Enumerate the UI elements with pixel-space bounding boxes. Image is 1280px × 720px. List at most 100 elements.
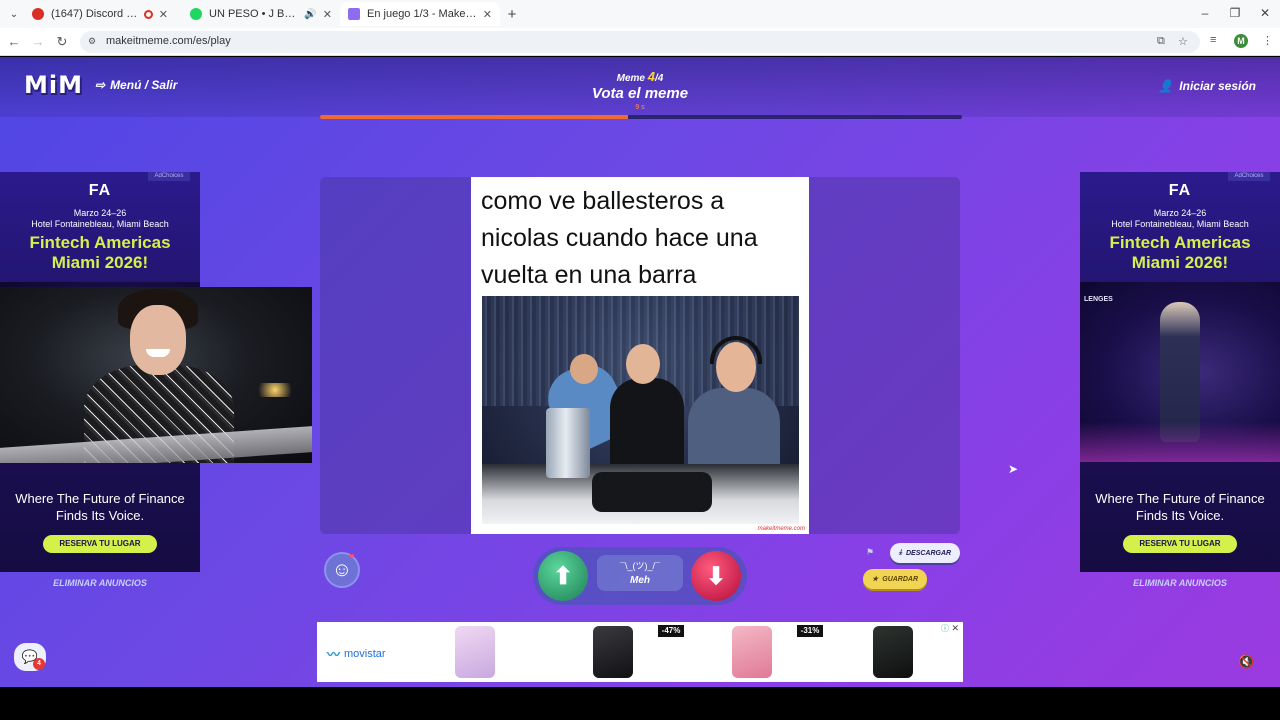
meme-caption: como ve ballesteros a nicolas cuando hac…	[481, 187, 758, 289]
makeitmeme-favicon-icon	[348, 8, 360, 20]
menu-exit-label: Menú / Salir	[110, 78, 178, 92]
ad-info-icon[interactable]: ⓘ	[941, 623, 949, 634]
downvote-button[interactable]: ⬇	[691, 551, 741, 601]
bottom-banner-ad[interactable]: 〰 movistar -47% -31% ⓘ ✕	[317, 622, 963, 682]
timer-progress-bar	[320, 115, 962, 119]
close-window-icon[interactable]: ✕	[1256, 6, 1274, 20]
webcam-background-lights	[252, 383, 298, 397]
phone-image	[873, 626, 913, 678]
heart-icon: ♥	[349, 551, 355, 561]
ad-choices-badge[interactable]: AdChoices	[148, 172, 190, 181]
ad-cta-button[interactable]: RESERVA TU LUGAR	[1123, 535, 1237, 553]
back-icon[interactable]: ←	[6, 34, 22, 50]
reload-icon[interactable]: ↻	[54, 34, 70, 50]
login-link[interactable]: 👤 Iniciar sesión	[1158, 79, 1256, 93]
tab-title: (1647) Discord | Lounge |	[51, 8, 140, 20]
media-controls-icon[interactable]: ≡	[1210, 34, 1216, 46]
remove-ads-link-right[interactable]: ELIMINAR ANUNCIOS	[1080, 578, 1280, 588]
minimize-icon[interactable]: –	[1196, 6, 1214, 20]
ad-photo-text: LENGES	[1084, 296, 1113, 303]
ad-date: Marzo 24–26	[73, 208, 127, 218]
remove-ads-link-left[interactable]: ELIMINAR ANUNCIOS	[0, 578, 200, 588]
recording-icon	[143, 9, 153, 19]
phone-image	[732, 626, 772, 678]
timer-progress-fill	[320, 115, 629, 119]
meme-bag	[592, 472, 712, 512]
meme-counter-current: 4	[647, 69, 656, 84]
movistar-logo-icon: 〰	[327, 647, 341, 662]
tab-make-it-meme[interactable]: En juego 1/3 - Make it Meme ✕	[340, 2, 500, 26]
restore-icon[interactable]: ❐	[1226, 6, 1244, 20]
ad-stage-glow	[1080, 422, 1280, 462]
tab-title: UN PESO • J Balvin, Bad Bun	[209, 8, 299, 20]
user-icon: 👤	[1158, 79, 1174, 93]
ad-cta-button[interactable]: RESERVA TU LUGAR	[43, 535, 157, 553]
avatar-button[interactable]: ☺	[324, 552, 360, 588]
meme-watermark: makeitmeme.com	[757, 526, 805, 532]
streamer-webcam	[0, 287, 312, 463]
ad-brand: 〰 movistar	[327, 644, 386, 663]
meme-image	[482, 296, 799, 524]
game-page: MiM ⇨ Menú / Salir Meme 4/4 Vota el meme…	[0, 57, 1280, 687]
upvote-button[interactable]: ⬆	[538, 551, 588, 601]
chat-unread-badge: 4	[33, 658, 45, 670]
menu-exit-link[interactable]: ⇨ Menú / Salir	[95, 78, 177, 92]
exit-icon: ⇨	[95, 78, 106, 92]
right-side-ad[interactable]: AdChoices FA Marzo 24–26 Hotel Fontaineb…	[1080, 172, 1280, 572]
meh-button[interactable]: ¯\_(ツ)_/¯ Meh	[597, 555, 683, 591]
ad-tagline: Where The Future of Finance Finds Its Vo…	[1095, 491, 1265, 523]
meme-can	[546, 408, 590, 478]
speaker-icon[interactable]: 🔊	[304, 9, 316, 20]
tab-discord[interactable]: (1647) Discord | Lounge | ✕	[24, 2, 176, 26]
arrow-up-icon: ⬆	[552, 562, 574, 590]
ad-close-icon[interactable]: ✕	[951, 623, 959, 634]
ad-venue: Hotel Fontainebleau, Miami Beach	[1111, 219, 1249, 229]
new-tab-button[interactable]: +	[503, 5, 521, 23]
ad-photo: LENGES	[1080, 282, 1280, 462]
tab-search-chevron-icon[interactable]: ⌄	[6, 6, 22, 22]
mute-sound-icon[interactable]: 🔇	[1238, 654, 1254, 670]
round-info: Meme 4/4 Vota el meme	[540, 69, 740, 102]
ad-venue: Hotel Fontainebleau, Miami Beach	[31, 219, 169, 229]
bookmark-star-icon[interactable]: ☆	[1178, 35, 1188, 48]
close-tab-icon[interactable]: ✕	[159, 8, 168, 21]
address-bar-row: ← → ↻ ⚙ makeitmeme.com/es/play ⧉ ☆ ≡ ⋮	[0, 28, 1280, 56]
discord-favicon-icon	[32, 8, 44, 20]
site-logo[interactable]: MiM	[24, 71, 83, 99]
download-button[interactable]: ⤓ DESCARGAR	[890, 543, 960, 563]
close-tab-icon[interactable]: ✕	[323, 8, 332, 21]
save-label: GUARDAR	[882, 575, 919, 583]
ad-date: Marzo 24–26	[1153, 208, 1207, 218]
site-info-icon[interactable]: ⚙	[88, 36, 100, 48]
meme-counter-total: /4	[655, 73, 664, 84]
phone-image	[455, 626, 495, 678]
url-text[interactable]: makeitmeme.com/es/play	[106, 35, 231, 47]
timer-text: 9 s	[635, 104, 645, 111]
login-label: Iniciar sesión	[1179, 79, 1256, 93]
report-flag-icon[interactable]: ⚑	[866, 547, 874, 558]
shrug-text: ¯\_(ツ)_/¯	[620, 561, 660, 571]
ad-brand-label: movistar	[344, 647, 386, 660]
browser-menu-icon[interactable]: ⋮	[1262, 34, 1273, 47]
meh-label: Meh	[630, 575, 650, 586]
meme-card: como ve ballesteros a nicolas cuando hac…	[471, 177, 809, 534]
close-tab-icon[interactable]: ✕	[483, 8, 492, 21]
profile-avatar[interactable]: M	[1234, 34, 1248, 48]
arrow-down-icon: ⬇	[705, 562, 727, 590]
save-button[interactable]: ★ GUARDAR	[863, 569, 927, 589]
url-bar[interactable]: ⚙ makeitmeme.com/es/play ⧉ ☆	[80, 31, 1200, 53]
ad-choices-badge[interactable]: AdChoices	[1228, 172, 1270, 181]
ad-headline: Fintech Americas Miami 2026!	[29, 233, 171, 272]
site-header: MiM ⇨ Menú / Salir Meme 4/4 Vota el meme…	[0, 57, 1280, 119]
forward-icon[interactable]: →	[30, 34, 46, 50]
download-icon: ⤓	[898, 549, 902, 556]
music-favicon-icon	[190, 8, 202, 20]
install-app-icon[interactable]: ⧉	[1157, 35, 1165, 48]
discount-badge: -47%	[658, 625, 684, 637]
ad-logo: FA	[1168, 182, 1192, 199]
mouse-cursor-icon: ➤	[1008, 462, 1019, 476]
ad-logo: FA	[88, 182, 112, 199]
tab-music[interactable]: UN PESO • J Balvin, Bad Bun 🔊 ✕	[182, 2, 340, 26]
star-icon: ★	[871, 576, 879, 583]
meme-head-left	[570, 354, 598, 384]
